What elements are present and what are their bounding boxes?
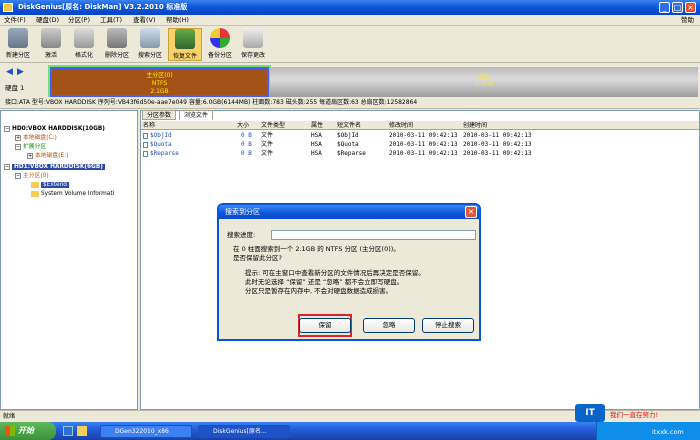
watermark-slogan: 我们一直在努力! xyxy=(610,411,659,419)
watermark-logo: IT xyxy=(575,404,605,422)
col-attr[interactable]: 属性 xyxy=(311,121,323,130)
close-button[interactable]: × xyxy=(685,2,696,13)
watermark-site: itxxk.com xyxy=(652,428,684,436)
file-row[interactable]: $Reparse 0 B 文件 HSA $Reparse 2010-03-11 … xyxy=(141,149,699,158)
taskbar-item-diskgenius[interactable]: DiskGenius[原名... xyxy=(198,425,290,438)
stop-search-button[interactable]: 停止搜索 xyxy=(422,318,474,333)
partition-block-primary[interactable]: 主分区(0) NTFS 2.1GB xyxy=(48,65,271,99)
col-short-name[interactable]: 短文件名 xyxy=(337,121,361,130)
folder-icon[interactable] xyxy=(77,426,87,436)
activate-button[interactable]: 激活 xyxy=(36,28,66,61)
windows-logo-icon xyxy=(5,426,15,436)
col-created[interactable]: 创建时间 xyxy=(463,121,487,130)
backup-partition-button[interactable]: 备份分区 xyxy=(205,28,235,61)
partition-block-free[interactable]: 空闲 3.9GB xyxy=(270,67,698,97)
found-message: 在 0 柱面搜索到一个 2.1GB 的 NTFS 分区 (主分区(0))。 xyxy=(233,245,400,253)
save-changes-button[interactable]: 保存更改 xyxy=(238,28,268,61)
window-title: DiskGenius[原名: DiskMan] V3.2.2010 标准版 xyxy=(18,3,188,11)
file-row[interactable]: $Quota 0 B 文件 HSA $Quota 2010-03-11 09:4… xyxy=(141,140,699,149)
menu-bar: 文件(F) 硬盘(D) 分区(P) 工具(T) 查看(V) 帮助(H) 赞助 xyxy=(0,15,700,26)
menu-tools[interactable]: 工具(T) xyxy=(100,16,122,25)
taskbar-item-dgen[interactable]: DGen322010_x86 xyxy=(100,425,192,438)
free-size: 3.9GB xyxy=(474,81,494,88)
search-partition-button[interactable]: 搜索分区 xyxy=(135,28,165,61)
menu-help[interactable]: 帮助(H) xyxy=(166,16,189,25)
file-column-headers: 名称 大小 文件类型 属性 短文件名 修改时间 创建时间 xyxy=(141,121,699,130)
folder-icon xyxy=(31,190,39,197)
app-icon xyxy=(3,3,13,12)
new-partition-icon xyxy=(8,28,28,48)
delete-partition-button[interactable]: 删除分区 xyxy=(102,28,132,61)
folder-icon xyxy=(31,181,39,188)
tree-node-local-e[interactable]: + 本地磁盘(E:) xyxy=(27,152,68,160)
col-size[interactable]: 大小 xyxy=(237,121,249,130)
sponsor-link[interactable]: 赞助 xyxy=(681,16,694,25)
tree-node-hd0[interactable]: − HD0:VBOX HARDDISK(10GB) xyxy=(4,125,105,133)
col-type[interactable]: 文件类型 xyxy=(261,121,285,130)
disk-tree[interactable]: − HD0:VBOX HARDDISK(10GB) + 本地磁盘(C:) − 扩展分区… xyxy=(0,110,138,410)
progress-label: 搜索进度: xyxy=(227,231,256,239)
dialog-title: 搜索到分区 xyxy=(225,208,260,216)
minimize-button[interactable]: _ xyxy=(659,2,670,13)
maximize-button[interactable]: □ xyxy=(672,2,683,13)
toolbar: 新建分区 激活 格式化 删除分区 搜索分区 恢复文件 备份分区 保存更改 xyxy=(0,26,700,63)
disk-label: 硬盘 1 xyxy=(5,84,25,92)
tree-node-primary[interactable]: − 主分区(0) xyxy=(15,172,49,180)
partition-fs: NTFS xyxy=(151,80,168,87)
disk-info: 接口:ATA 型号:VBOX HARDDISK 序列号:VB43f6d50e-a… xyxy=(0,97,700,109)
partition-name: 主分区(0) xyxy=(146,72,173,79)
dialog-close-button[interactable]: × xyxy=(465,206,477,218)
save-icon xyxy=(243,28,263,48)
found-partition-dialog: 搜索到分区 × 搜索进度: 在 0 柱面搜索到一个 2.1GB 的 NTFS 分… xyxy=(217,203,481,341)
dialog-titlebar: 搜索到分区 xyxy=(219,205,479,219)
window-titlebar: DiskGenius[原名: DiskMan] V3.2.2010 标准版 xyxy=(0,0,700,15)
tree-node-extended[interactable]: − 扩展分区 xyxy=(15,143,46,151)
ignore-button[interactable]: 忽略 xyxy=(363,318,415,333)
magnifier-icon xyxy=(140,28,160,48)
system-tray xyxy=(596,422,700,440)
format-button[interactable]: 格式化 xyxy=(69,28,99,61)
menu-disk[interactable]: 硬盘(D) xyxy=(36,16,59,25)
taskbar: 开始 DGen322010_x86 DiskGenius[原名... xyxy=(0,422,700,440)
recover-icon xyxy=(175,29,195,49)
partition-size: 2.1GB xyxy=(150,88,169,95)
keep-question: 是否保留此分区? xyxy=(233,254,282,262)
backup-icon xyxy=(210,28,230,48)
menu-file[interactable]: 文件(F) xyxy=(4,16,26,25)
menu-partition[interactable]: 分区(P) xyxy=(68,16,90,25)
col-name[interactable]: 名称 xyxy=(143,121,155,130)
tree-node-extend-folder[interactable]: $Extend xyxy=(31,181,69,189)
trash-icon xyxy=(107,28,127,48)
ie-icon[interactable] xyxy=(63,426,73,436)
keep-button[interactable]: 保留 xyxy=(299,318,351,333)
prev-disk-arrow-icon[interactable]: ◀ xyxy=(6,67,13,77)
disk-map: ◀ ▶ 硬盘 1 主分区(0) NTFS 2.1GB 空闲 3.9GB xyxy=(0,63,700,99)
tip-line-2: 此时无论选择 “保留” 还是 “忽略” 都不会立即写硬盘。 xyxy=(245,278,404,286)
free-label: 空闲 xyxy=(477,73,490,80)
tab-partition-params[interactable]: 分区参数 xyxy=(142,110,177,120)
tree-node-local-c[interactable]: + 本地磁盘(C:) xyxy=(15,134,57,142)
recover-files-button[interactable]: 恢复文件 xyxy=(168,28,202,61)
tip-line-1: 提示: 可在主窗口中查看新分区的文件情况后再决定是否保留。 xyxy=(245,269,425,277)
col-modified[interactable]: 修改时间 xyxy=(389,121,413,130)
tree-node-svi-folder[interactable]: System Volume Informati xyxy=(31,190,114,198)
status-text: 就绪 xyxy=(3,413,16,420)
menu-view[interactable]: 查看(V) xyxy=(133,16,156,25)
tip-line-3: 分区只是暂存在内存中, 不会对硬盘数据造成损害。 xyxy=(245,287,393,295)
new-partition-button[interactable]: 新建分区 xyxy=(3,28,33,61)
plug-icon xyxy=(41,28,61,48)
tree-node-hd1[interactable]: − HD1:VBOX HARDDISK(6GB) xyxy=(4,163,105,171)
format-icon xyxy=(74,28,94,48)
file-row[interactable]: $ObjId 0 B 文件 HSA $ObjId 2010-03-11 09:4… xyxy=(141,131,699,140)
tab-browse-files[interactable]: 浏览文件 xyxy=(179,110,214,120)
next-disk-arrow-icon[interactable]: ▶ xyxy=(17,67,24,77)
search-progress-bar xyxy=(271,230,476,240)
